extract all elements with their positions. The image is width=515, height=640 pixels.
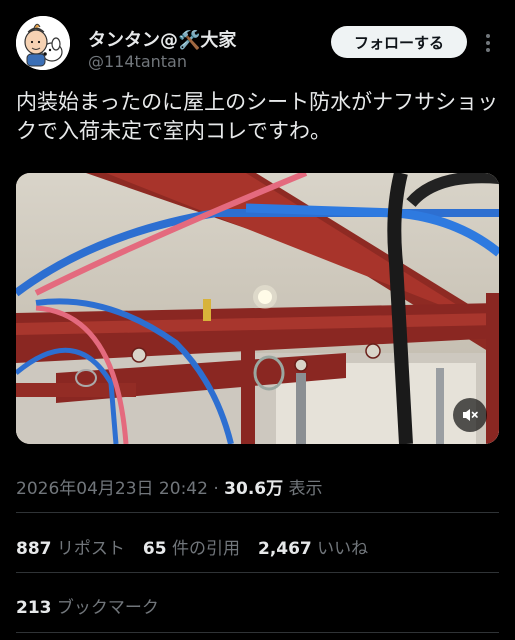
- quotes-count: 65: [142, 539, 167, 559]
- likes-stat[interactable]: 2,467 いいね: [258, 539, 368, 559]
- timestamp[interactable]: 2026年04月23日 20:42: [16, 479, 208, 499]
- bookmarks-stat[interactable]: 213 ブックマーク: [16, 593, 159, 618]
- views-count: 30.6万: [224, 479, 284, 499]
- likes-count: 2,467: [257, 539, 312, 559]
- likes-label: いいね: [317, 539, 369, 559]
- author-handle[interactable]: @114tantan: [88, 52, 187, 71]
- reposts-count: 887: [16, 539, 52, 559]
- tweet-text: 内装始まったのに屋上のシート防水がナフサショックで入荷未定で室内コレですわ。: [16, 90, 499, 143]
- avatar[interactable]: [16, 16, 70, 70]
- more-dot: [486, 34, 490, 38]
- speaker-muted-icon: [463, 409, 478, 421]
- more-options-icon[interactable]: [480, 28, 496, 58]
- quotes-stat[interactable]: 65 件の引用: [143, 539, 258, 559]
- cartoon-character-icon: [16, 16, 70, 70]
- divider: [16, 512, 499, 513]
- bookmarks-label: ブックマーク: [56, 598, 159, 618]
- divider: [16, 572, 499, 573]
- divider: [16, 632, 499, 633]
- engagement-stats: 887 リポスト 65 件の引用 2,467 いいね: [16, 534, 368, 559]
- meta-separator: ·: [207, 479, 225, 499]
- follow-button[interactable]: フォローする: [331, 26, 467, 58]
- tweet-video[interactable]: [16, 173, 499, 444]
- quotes-label: 件の引用: [171, 539, 240, 559]
- video-frame-construction-ceiling: [16, 173, 499, 444]
- tweet-header: タンタン@🛠️大家 @114tantan フォローする: [16, 16, 500, 76]
- reposts-label: リポスト: [56, 539, 125, 559]
- tweet-meta: 2026年04月23日 20:42 · 30.6万 表示: [16, 474, 323, 499]
- reposts-stat[interactable]: 887 リポスト: [16, 539, 143, 559]
- views-label: 表示: [283, 479, 323, 499]
- more-dot: [486, 48, 490, 52]
- author-display-name[interactable]: タンタン@🛠️大家: [88, 26, 236, 52]
- mute-toggle-button[interactable]: [453, 398, 487, 432]
- more-dot: [486, 41, 490, 45]
- bookmarks-count: 213: [16, 598, 52, 618]
